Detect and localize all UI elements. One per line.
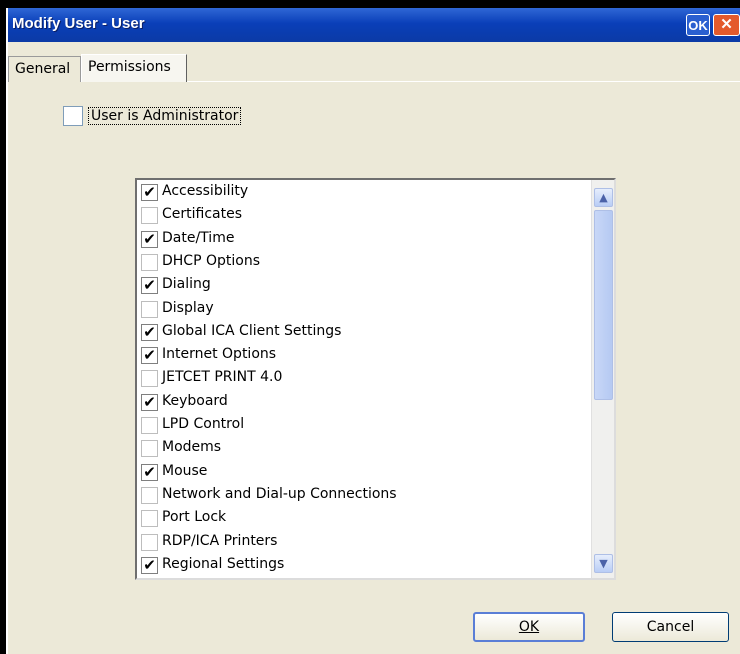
permission-label: Modems [162,439,222,456]
permission-label: LPD Control [162,416,245,432]
permission-label: Accessibility [162,183,249,199]
permission-label: Display [162,299,214,316]
permission-checkbox[interactable] [141,486,158,504]
permission-item[interactable]: Certificates [141,205,581,228]
permission-label: Regional Settings [162,555,285,572]
permission-checkbox[interactable] [141,300,158,318]
permission-checkbox[interactable] [141,207,158,225]
tab-divider [187,81,740,82]
ok-button[interactable]: OK [473,612,585,642]
permission-item[interactable]: LPD Control [141,415,581,438]
permission-label: Certificates [162,206,243,223]
permission-checkbox[interactable]: ✔ [141,463,158,481]
permission-label: DHCP Options [162,252,260,269]
permissions-list[interactable]: ▲ ▼ ✔ Accessibility Certificates ✔ Date/Time… [135,178,616,580]
permission-label: Keyboard [162,392,228,409]
permission-item[interactable]: Network and Dial-up Connections [141,485,581,508]
permission-checkbox[interactable] [141,253,158,271]
permission-item[interactable]: Modems [141,438,581,461]
permission-checkbox[interactable]: ✔ [141,393,158,411]
ok-button-label: OK [518,619,540,635]
permission-label: Dialing [162,276,211,293]
permission-item[interactable]: JETCET PRINT 4.0 [141,368,581,391]
permission-item[interactable]: ✔ Keyboard [141,392,581,415]
permission-checkbox[interactable]: ✔ [141,556,158,574]
permission-item[interactable]: ✔ Date/Time [141,229,581,252]
permission-item[interactable]: ✔ Global ICA Client Settings [141,322,581,345]
title-bar[interactable]: Modify User - User OK ✕ [8,8,740,42]
permission-item[interactable]: DHCP Options [141,252,581,275]
permission-label: Mouse [162,462,208,479]
cancel-button[interactable]: Cancel [612,612,729,642]
permission-checkbox[interactable] [141,533,158,551]
permission-checkbox[interactable] [141,417,158,434]
permission-checkbox[interactable]: ✔ [141,323,158,341]
permission-checkbox[interactable]: ✔ [141,230,158,248]
cancel-button-label: Cancel [646,619,695,635]
scroll-thumb[interactable] [594,210,613,400]
admin-checkbox-label[interactable]: User is Administrator [88,107,242,125]
permission-item[interactable]: Display [141,299,581,322]
tab-general[interactable]: General [8,56,81,82]
admin-checkbox[interactable] [63,106,83,126]
permission-checkbox[interactable]: ✔ [141,277,158,295]
permission-checkbox[interactable]: ✔ [141,347,158,365]
permission-label: JETCET PRINT 4.0 [162,369,283,386]
scroll-down-icon[interactable]: ▼ [594,554,613,573]
permission-item[interactable]: ✔ Internet Options [141,345,581,368]
permission-item[interactable]: Port Lock [141,508,581,531]
permission-checkbox[interactable] [141,440,158,458]
permission-checkbox[interactable] [141,370,158,388]
permission-checkbox[interactable] [141,510,158,528]
scroll-up-icon[interactable]: ▲ [594,188,613,207]
list-scrollbar[interactable]: ▲ ▼ [591,180,614,578]
window-title: Modify User - User [12,15,145,32]
permission-label: Internet Options [162,346,277,363]
modify-user-dialog: Modify User - User OK ✕ General Permissi… [6,8,740,654]
permission-label: Network and Dial-up Connections [162,485,397,502]
permission-label: Port Lock [162,509,227,526]
title-ok-button[interactable]: OK [686,14,710,36]
permission-item[interactable]: ✔ Mouse [141,462,581,485]
permission-label: Global ICA Client Settings [162,322,342,339]
permission-item[interactable]: ✔ Accessibility [141,182,581,205]
permission-item[interactable]: RDP/ICA Printers [141,532,581,555]
permission-label: Date/Time [162,229,235,246]
permission-checkbox[interactable]: ✔ [141,184,158,201]
tab-permissions[interactable]: Permissions [81,54,187,82]
permission-item[interactable]: ✔ Regional Settings [141,555,581,578]
permission-item[interactable]: ✔ Dialing [141,275,581,298]
permission-label: RDP/ICA Printers [162,532,278,549]
close-icon[interactable]: ✕ [713,14,740,36]
